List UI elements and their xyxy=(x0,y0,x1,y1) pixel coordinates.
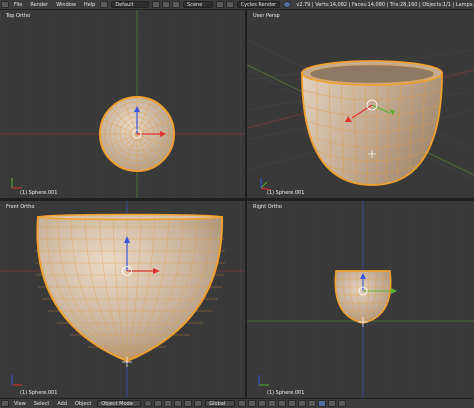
render-engine-selector[interactable]: Cycles Render xyxy=(236,1,281,8)
active-object-label: (1) Sphere.001 xyxy=(20,390,58,396)
menu-add[interactable]: Add xyxy=(53,401,71,407)
blender-logo-icon xyxy=(283,1,292,8)
viewport-label: Top Ortho xyxy=(6,13,31,19)
viewport-top-ortho-canvas xyxy=(0,10,245,198)
layer-button-icon[interactable] xyxy=(278,400,287,407)
viewport-front-ortho-canvas xyxy=(0,201,245,398)
scene-statistics: v2.79 | Verts:14,082 | Faces:14,080 | Tr… xyxy=(296,1,474,8)
menu-object[interactable]: Object xyxy=(71,401,95,407)
layer-button-icon[interactable] xyxy=(288,400,297,407)
scene-selector[interactable]: Scene xyxy=(183,1,213,8)
remove-scene-icon[interactable] xyxy=(225,1,234,8)
remove-layout-icon[interactable] xyxy=(162,1,171,8)
menu-view[interactable]: View xyxy=(10,401,30,407)
add-layout-icon[interactable] xyxy=(152,1,161,8)
editor-type-icon[interactable] xyxy=(1,1,9,8)
viewport-label: Right Ortho xyxy=(253,204,282,210)
snap-icon[interactable] xyxy=(318,400,327,407)
interaction-mode-selector[interactable]: Object Mode xyxy=(97,400,142,407)
menu-select[interactable]: Select xyxy=(30,401,53,407)
menu-file[interactable]: File xyxy=(10,2,26,8)
scale-manipulator-icon[interactable] xyxy=(194,400,203,407)
active-object-label: (1) Sphere.001 xyxy=(267,190,305,196)
translate-manipulator-icon[interactable] xyxy=(174,400,183,407)
menu-help[interactable]: Help xyxy=(80,2,99,8)
sphere-perspective-view[interactable] xyxy=(301,60,443,190)
vertical-area-divider[interactable] xyxy=(245,10,247,398)
layer-button-icon[interactable] xyxy=(298,400,307,407)
editor-type-icon[interactable] xyxy=(1,400,9,407)
layer-button-icon[interactable] xyxy=(248,400,257,407)
viewport-user-persp[interactable]: User Persp (1) Sphere.001 xyxy=(247,10,474,198)
axis-widget xyxy=(260,178,272,191)
viewport-right-ortho[interactable]: Right Ortho (1) Sphere.001 xyxy=(247,201,474,398)
active-object-label: (1) Sphere.001 xyxy=(267,390,305,396)
add-scene-icon[interactable] xyxy=(215,1,224,8)
screen-layout-selector[interactable]: Default xyxy=(111,1,150,8)
layer-button-icon[interactable] xyxy=(268,400,277,407)
manipulator-toggle-icon[interactable] xyxy=(164,400,173,407)
screen-layout-icon xyxy=(100,1,109,8)
proportional-edit-icon[interactable] xyxy=(328,400,337,407)
rotate-manipulator-icon[interactable] xyxy=(184,400,193,407)
transform-orientation-selector[interactable]: Global xyxy=(205,400,236,407)
layer-button-icon[interactable] xyxy=(258,400,267,407)
viewport-user-persp-canvas xyxy=(247,39,474,191)
viewport-top-ortho[interactable]: Top Ortho (1) Sphere.001 xyxy=(0,10,245,198)
menu-window[interactable]: Window xyxy=(52,2,80,8)
scene-icon xyxy=(172,1,181,8)
viewport-shading-icon[interactable] xyxy=(144,400,153,407)
layer-button-icon[interactable] xyxy=(238,400,247,407)
viewport-right-ortho-canvas xyxy=(247,201,474,398)
info-header: File Render Window Help Default Scene Cy… xyxy=(0,0,474,10)
viewport-label: User Persp xyxy=(253,13,280,19)
blender-window: File Render Window Help Default Scene Cy… xyxy=(0,0,474,408)
active-object-label: (1) Sphere.001 xyxy=(20,190,58,196)
pivot-point-icon[interactable] xyxy=(154,400,163,407)
horizontal-area-divider[interactable] xyxy=(0,198,474,201)
viewport-label: Front Ortho xyxy=(6,204,35,210)
render-preview-icon[interactable] xyxy=(338,400,347,407)
viewport-front-ortho[interactable]: Front Ortho (1) Sphere.001 xyxy=(0,201,245,398)
layer-button-icon[interactable] xyxy=(308,400,317,407)
menu-render[interactable]: Render xyxy=(26,2,52,8)
3d-view-header: View Select Add Object Object Mode Globa… xyxy=(0,398,474,408)
